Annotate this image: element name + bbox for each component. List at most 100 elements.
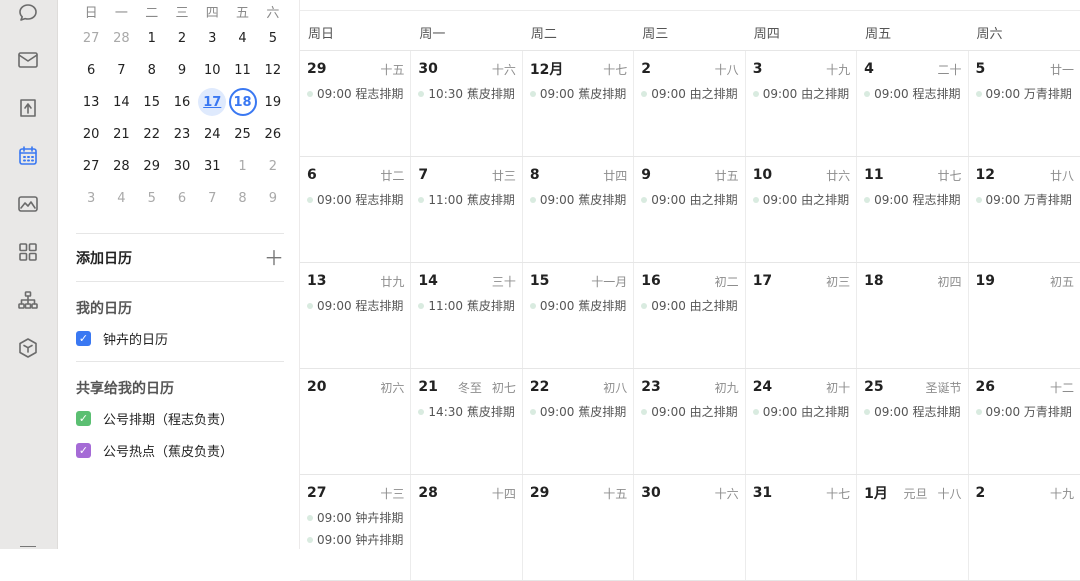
mini-day[interactable]: 4 xyxy=(106,184,136,212)
mini-day[interactable]: 3 xyxy=(197,24,227,52)
day-cell[interactable]: 5 廿一 09:00 万青排期 xyxy=(969,51,1080,156)
day-cell[interactable]: 3 十九 09:00 由之排期 xyxy=(746,51,858,156)
mini-day[interactable]: 1 xyxy=(137,24,167,52)
event-item[interactable]: 09:00 万青排期 xyxy=(975,403,1074,420)
day-cell[interactable]: 13 廿九 09:00 程志排期 xyxy=(300,263,412,368)
mini-day[interactable]: 12 xyxy=(258,56,288,84)
checkbox[interactable]: ✓ xyxy=(76,331,91,346)
event-item[interactable]: 09:00 由之排期 xyxy=(641,403,738,420)
mini-day[interactable]: 8 xyxy=(227,184,257,212)
calendar-icon[interactable] xyxy=(15,143,41,169)
mini-day[interactable]: 27 xyxy=(76,24,106,52)
day-cell[interactable]: 27 十三 09:00 钟卉排期 09:00 钟卉排期 xyxy=(300,475,412,580)
apps-grid-icon[interactable] xyxy=(15,239,41,265)
event-item[interactable]: 09:00 由之排期 xyxy=(641,85,738,102)
day-cell[interactable]: 6 廿二 09:00 程志排期 xyxy=(300,157,412,262)
mini-day[interactable]: 2 xyxy=(258,152,288,180)
day-cell[interactable]: 22 初八 09:00 蕉皮排期 xyxy=(523,369,635,474)
org-chart-icon[interactable] xyxy=(15,287,41,313)
day-cell[interactable]: 9 廿五 09:00 由之排期 xyxy=(634,157,746,262)
mini-day[interactable]: 24 xyxy=(197,120,227,148)
day-cell[interactable]: 30 十六 10:30 蕉皮排期 xyxy=(411,51,523,156)
calendar-item[interactable]: ✓ 钟卉的日历 xyxy=(76,329,168,348)
day-cell[interactable]: 18 初四 xyxy=(857,263,969,368)
chat-bubble-icon[interactable] xyxy=(15,0,41,26)
mini-day[interactable]: 29 xyxy=(137,152,167,180)
event-item[interactable]: 09:00 由之排期 xyxy=(641,191,738,208)
day-cell[interactable]: 8 廿四 09:00 蕉皮排期 xyxy=(523,157,635,262)
calendar-item[interactable]: ✓ 公号排期（程志负责） xyxy=(76,409,233,428)
day-cell[interactable]: 23 初九 09:00 由之排期 xyxy=(634,369,746,474)
mini-day[interactable]: 7 xyxy=(197,184,227,212)
day-cell[interactable]: 2 十八 09:00 由之排期 xyxy=(634,51,746,156)
event-item[interactable]: 11:00 蕉皮排期 xyxy=(418,297,515,314)
day-cell[interactable]: 11 廿七 09:00 程志排期 xyxy=(857,157,969,262)
event-item[interactable]: 09:00 钟卉排期 xyxy=(307,509,404,526)
mini-day[interactable]: 9 xyxy=(167,56,197,84)
mini-day[interactable]: 13 xyxy=(76,88,106,116)
mini-day[interactable]: 20 xyxy=(76,120,106,148)
day-cell[interactable]: 31 十七 xyxy=(746,475,858,580)
event-item[interactable]: 09:00 蕉皮排期 xyxy=(529,297,627,314)
checkbox[interactable]: ✓ xyxy=(76,443,91,458)
mini-day-today[interactable]: 17 xyxy=(197,88,227,116)
event-item[interactable]: 09:00 万青排期 xyxy=(975,191,1074,208)
mini-day[interactable]: 19 xyxy=(258,88,288,116)
mini-day[interactable]: 16 xyxy=(167,88,197,116)
event-item[interactable]: 11:00 蕉皮排期 xyxy=(418,191,515,208)
event-item[interactable]: 09:00 程志排期 xyxy=(864,191,961,208)
mini-day[interactable]: 1 xyxy=(227,152,257,180)
mini-day-selected[interactable]: 18 xyxy=(227,88,257,116)
day-cell[interactable]: 19 初五 xyxy=(969,263,1080,368)
event-item[interactable]: 09:00 由之排期 xyxy=(752,85,850,102)
day-cell[interactable]: 16 初二 09:00 由之排期 xyxy=(634,263,746,368)
day-cell[interactable]: 14 三十 11:00 蕉皮排期 xyxy=(411,263,523,368)
mail-icon[interactable] xyxy=(15,47,41,73)
plus-icon[interactable]: ＋ xyxy=(264,248,284,268)
mini-day[interactable]: 4 xyxy=(227,24,257,52)
event-item[interactable]: 09:00 程志排期 xyxy=(307,191,404,208)
mini-day[interactable]: 27 xyxy=(76,152,106,180)
mini-day[interactable]: 5 xyxy=(258,24,288,52)
event-item[interactable]: 10:30 蕉皮排期 xyxy=(418,85,515,102)
event-item[interactable]: 09:00 蕉皮排期 xyxy=(529,403,627,420)
mini-day[interactable]: 6 xyxy=(167,184,197,212)
checkbox[interactable]: ✓ xyxy=(76,411,91,426)
mini-day[interactable]: 10 xyxy=(197,56,227,84)
event-item[interactable]: 09:00 蕉皮排期 xyxy=(529,85,627,102)
day-cell[interactable]: 4 二十 09:00 程志排期 xyxy=(857,51,969,156)
event-item[interactable]: 09:00 由之排期 xyxy=(641,297,738,314)
add-calendar-button[interactable]: 添加日历 ＋ xyxy=(76,248,284,268)
mini-day[interactable]: 28 xyxy=(106,24,136,52)
event-item[interactable]: 09:00 蕉皮排期 xyxy=(529,191,627,208)
mini-day[interactable]: 30 xyxy=(167,152,197,180)
mini-day[interactable]: 21 xyxy=(106,120,136,148)
day-cell[interactable]: 1月 元旦 十八 xyxy=(857,475,969,580)
day-cell[interactable]: 12月 十七 09:00 蕉皮排期 xyxy=(523,51,635,156)
mini-day[interactable]: 9 xyxy=(258,184,288,212)
event-item[interactable]: 09:00 程志排期 xyxy=(864,85,961,102)
mini-day[interactable]: 8 xyxy=(137,56,167,84)
mini-day[interactable]: 2 xyxy=(167,24,197,52)
mini-day[interactable]: 15 xyxy=(137,88,167,116)
day-cell[interactable]: 24 初十 09:00 由之排期 xyxy=(746,369,858,474)
mini-day[interactable]: 26 xyxy=(258,120,288,148)
event-item[interactable]: 09:00 钟卉排期 xyxy=(307,531,404,548)
day-cell[interactable]: 20 初六 xyxy=(300,369,412,474)
docs-icon[interactable] xyxy=(15,95,41,121)
day-cell[interactable]: 21 冬至 初七 14:30 蕉皮排期 xyxy=(411,369,523,474)
day-cell[interactable]: 15 十一月 09:00 蕉皮排期 xyxy=(523,263,635,368)
day-cell[interactable]: 25 圣诞节 09:00 程志排期 xyxy=(857,369,969,474)
mini-day[interactable]: 3 xyxy=(76,184,106,212)
mini-day[interactable]: 22 xyxy=(137,120,167,148)
mini-day[interactable]: 11 xyxy=(227,56,257,84)
day-cell[interactable]: 28 十四 xyxy=(411,475,523,580)
day-cell[interactable]: 17 初三 xyxy=(746,263,858,368)
event-item[interactable]: 14:30 蕉皮排期 xyxy=(418,403,515,420)
mini-day[interactable]: 23 xyxy=(167,120,197,148)
mini-day[interactable]: 28 xyxy=(106,152,136,180)
event-item[interactable]: 09:00 程志排期 xyxy=(864,403,961,420)
event-item[interactable]: 09:00 程志排期 xyxy=(307,297,404,314)
event-item[interactable]: 09:00 万青排期 xyxy=(975,85,1074,102)
calendar-item[interactable]: ✓ 公号热点（蕉皮负责） xyxy=(76,441,233,460)
